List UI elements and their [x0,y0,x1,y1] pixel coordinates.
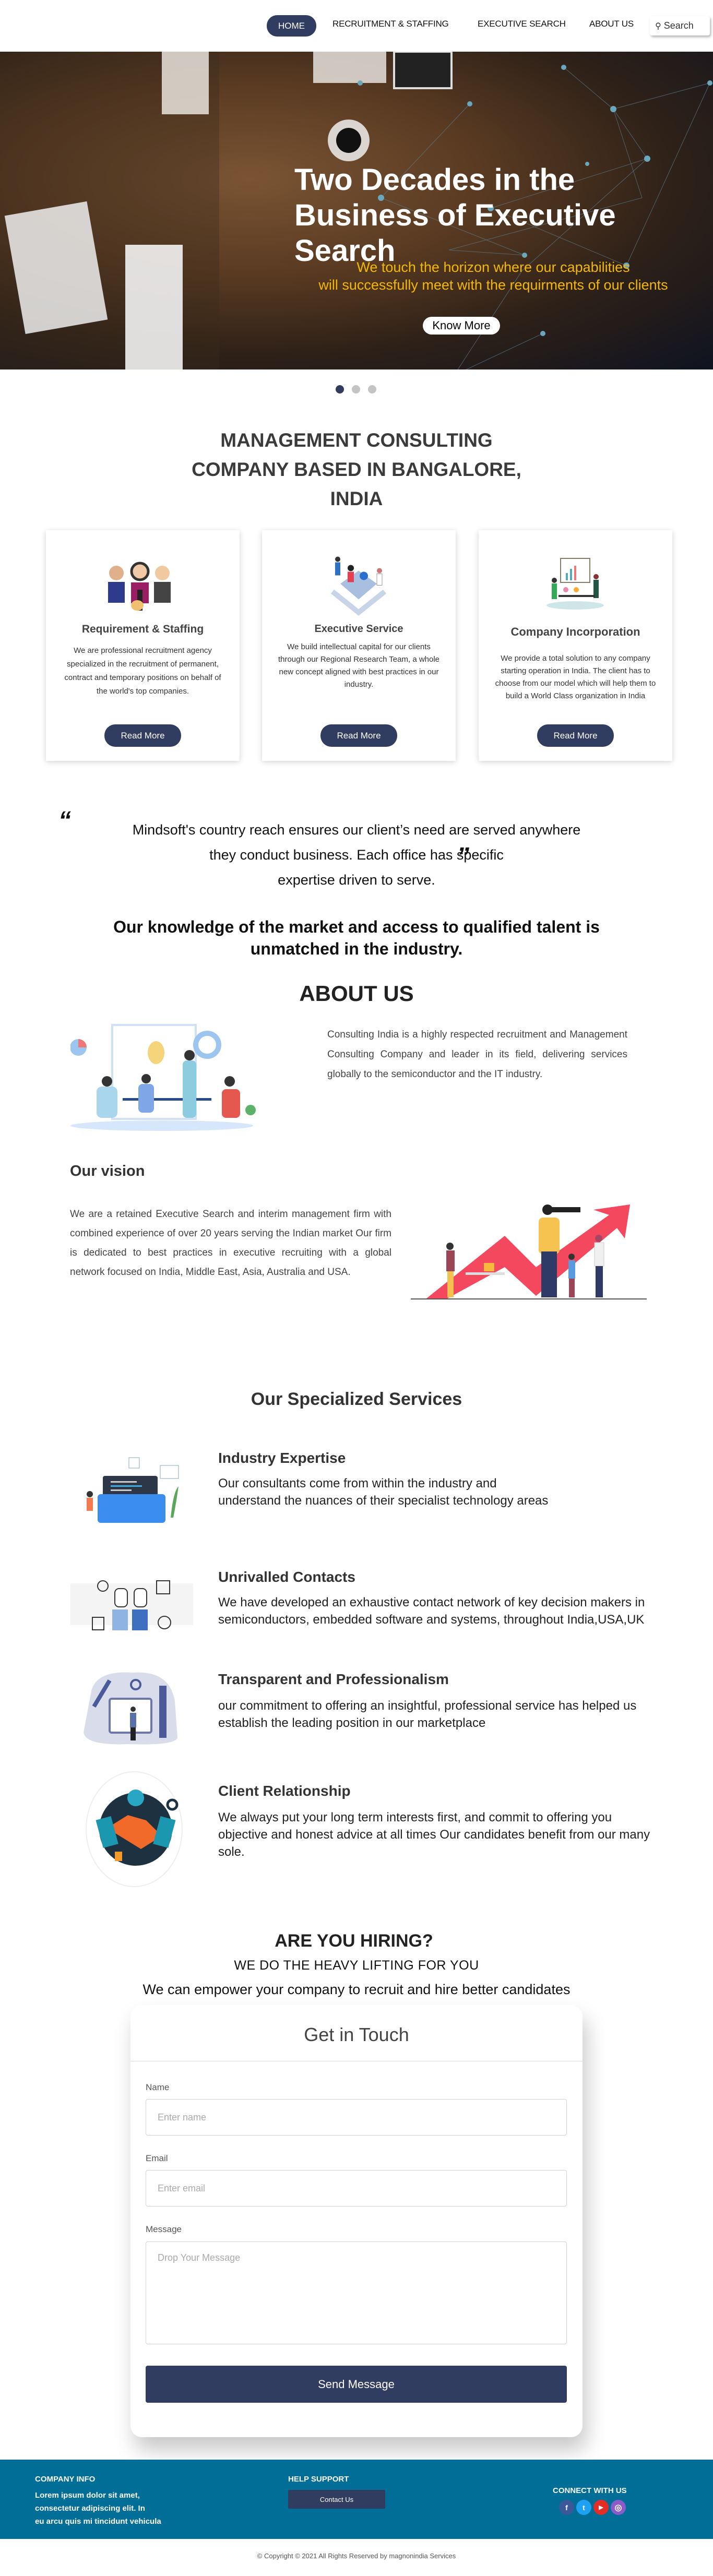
know-more-button[interactable]: Know More [423,317,500,335]
card-title: Requirement & Staffing [81,623,204,635]
read-more-button[interactable]: Read More [537,724,614,747]
contact-form-card: Get in Touch Name Email Message Send Mes… [130,2005,583,2437]
message-label: Message [146,2224,182,2234]
presentation-meeting-illustration [546,558,604,610]
service-title: Transparent and Professionalism [218,1671,449,1687]
company-info-text: Lorem ipsum dolor sit amet, consectetur … [35,2489,161,2528]
about-text: Consulting India is a highly respected r… [327,1029,627,1080]
contact-form-title: Get in Touch [304,2024,409,2045]
company-info-line: Lorem ipsum dolor sit amet, [35,2491,140,2500]
hero-banner: Two Decades in the Business of Executive… [0,52,713,369]
card-title: Company Incorporation [510,625,640,638]
vision-text: We are a retained Executive Search and i… [70,1209,391,1278]
about-heading: ABOUT US [299,981,414,1006]
hero-title-line-1: Two Decades in the [294,163,575,197]
client-relationship-illustration [86,1771,183,1887]
intro-heading-line-1: MANAGEMENT CONSULTING [220,430,493,451]
tagline-line-2: unmatched in the industry. [250,939,463,958]
send-message-button[interactable]: Send Message [146,2366,567,2403]
nav-home[interactable]: HOME [267,15,316,37]
email-input[interactable] [146,2170,567,2207]
carousel-dot-3[interactable] [368,385,376,393]
company-info-line: eu arcu quis mi tincidunt vehicula [35,2517,161,2526]
quote-line-3: expertise driven to serve. [278,872,435,888]
growth-arrow-illustration [411,1204,647,1299]
quote-line-2: they conduct business. Each office has s… [209,847,504,863]
read-more-button[interactable]: Read More [104,724,181,747]
service-card-incorporation: Company Incorporation We provide a total… [479,530,672,761]
service-title: Unrivalled Contacts [218,1569,355,1585]
team-meeting-illustration [70,1024,256,1131]
tagline-line-1: Our knowledge of the market and access t… [113,917,600,936]
help-support-heading: HELP SUPPORT [288,2475,349,2484]
email-label: Email [146,2153,168,2163]
connect-heading: CONNECT WITH US [553,2486,627,2495]
instagram-icon[interactable]: ◎ [611,2500,626,2515]
service-card-executive: Executive Service We build intellectual … [262,530,456,761]
name-label: Name [146,2082,170,2092]
search-button[interactable]: ⚲ Search [650,16,710,35]
industry-expertise-illustration [87,1457,179,1523]
hero-subtitle-line-2: will successfully meet with the requirme… [318,277,668,293]
hero-subtitle: We touch the horizon where our capabilit… [282,258,705,294]
intro-heading-line-3: INDIA [330,488,383,509]
vision-heading: Our vision [70,1163,145,1179]
copyright: © Copyright © 2021 All Rights Reserved b… [0,2552,713,2560]
intro-heading-line-2: COMPANY BASED IN BANGALORE, [192,459,521,480]
service-text: We have developed an exhaustive contact … [218,1595,645,1627]
recruitment-magnifier-illustration [108,562,171,611]
services-heading: Our Specialized Services [251,1389,462,1409]
hiring-text: We can empower your company to recruit a… [142,1982,571,1997]
contacts-network-illustration [70,1580,193,1630]
tagline: Our knowledge of the market and access t… [0,916,713,960]
service-title: Industry Expertise [218,1450,346,1466]
hiring-subheading: WE DO THE HEAVY LIFTING FOR YOU [234,1958,479,1973]
card-text: We build intellectual capital for our cl… [278,642,440,689]
service-text: our commitment to offering an insightful… [218,1699,637,1730]
carousel-dot-1[interactable] [336,385,344,393]
nav-recruitment-staffing[interactable]: RECRUITMENT & STAFFING [332,19,449,29]
carousel-dot-2[interactable] [352,385,360,393]
message-textarea[interactable] [146,2241,567,2344]
quote-text: Mindsoft's country reach ensures our cli… [0,817,713,892]
card-text: We are professional recruitment agency s… [64,646,221,696]
twitter-icon[interactable]: t [576,2500,591,2515]
nav-about-us[interactable]: ABOUT US [589,19,634,29]
close-quote-icon: ” [457,843,469,870]
search-label: Search [663,20,694,31]
service-text: Our consultants come from within the ind… [218,1476,549,1508]
service-card-recruitment: Requirement & Staffing We are profession… [46,530,240,761]
hero-title: Two Decades in the Business of Executive… [294,162,713,269]
company-info-heading: COMPANY INFO [35,2475,96,2484]
transparency-illustration [84,1672,177,1745]
copyright-text: Copyright © 2021 All Rights Reserved by … [264,2552,456,2560]
quote-line-1: Mindsoft's country reach ensures our cli… [132,822,581,838]
nav-executive-search[interactable]: EXECUTIVE SEARCH [478,19,566,29]
hiring-heading: ARE YOU HIRING? [275,1931,433,1951]
name-input[interactable] [146,2099,567,2136]
youtube-icon[interactable]: ▶ [593,2500,609,2515]
intro-heading: MANAGEMENT CONSULTING COMPANY BASED IN B… [0,426,713,514]
executive-team-illustration [330,556,387,616]
contact-us-button[interactable]: Contact Us [288,2490,385,2509]
card-title: Executive Service [314,623,403,635]
search-icon: ⚲ [655,21,661,31]
card-text: We provide a total solution to any compa… [495,654,656,700]
read-more-button[interactable]: Read More [320,724,397,747]
service-text: We always put your long term interests f… [218,1810,650,1859]
hero-subtitle-line-1: We touch the horizon where our capabilit… [356,259,630,275]
service-title: Client Relationship [218,1783,351,1799]
company-info-line: consectetur adipiscing elit. In [35,2504,145,2513]
facebook-icon[interactable]: f [559,2500,574,2515]
copyright-icon: © [257,2552,263,2560]
